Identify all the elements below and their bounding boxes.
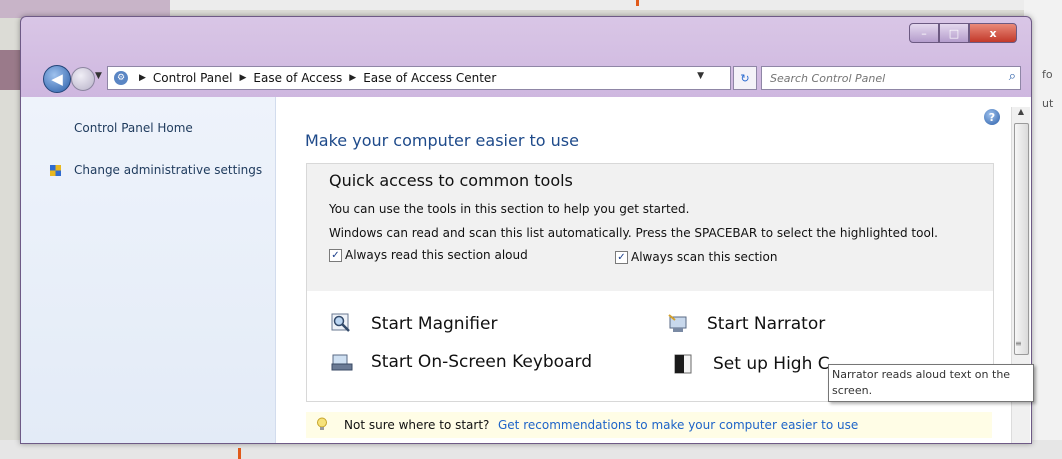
search-box[interactable]: ⌕ xyxy=(761,66,1021,90)
quick-access-section: Quick access to common tools You can use… xyxy=(306,163,994,293)
checkbox-checked-icon[interactable]: ✓ xyxy=(615,250,628,264)
section-heading: Quick access to common tools xyxy=(329,171,573,190)
search-input[interactable] xyxy=(768,71,992,86)
navigation-bar: ◀ ▼ ⚙ ▶ Control Panel ▶ Ease of Access ▶… xyxy=(43,63,1027,93)
breadcrumb-separator[interactable]: ▶ xyxy=(139,73,146,83)
refresh-button[interactable]: ↻ xyxy=(733,66,757,90)
breadcrumb-ease-of-access-center[interactable]: Ease of Access Center xyxy=(363,71,496,85)
section-description: You can use the tools in this section to… xyxy=(329,202,690,216)
control-panel-icon: ⚙ xyxy=(114,71,128,85)
breadcrumb-separator[interactable]: ▶ xyxy=(349,73,356,83)
high-contrast-icon xyxy=(674,354,692,374)
checkbox-label: Always read this section aloud xyxy=(345,248,528,262)
section-description: Windows can read and scan this list auto… xyxy=(329,226,938,240)
background-text: fo xyxy=(1042,68,1053,81)
breadcrumb-separator[interactable]: ▶ xyxy=(240,73,247,83)
checkbox-checked-icon[interactable]: ✓ xyxy=(329,248,342,262)
tool-label[interactable]: Start Magnifier xyxy=(371,314,497,334)
scroll-grip-icon: ≡ xyxy=(1015,339,1022,348)
address-bar[interactable]: ⚙ ▶ Control Panel ▶ Ease of Access ▶ Eas… xyxy=(107,66,731,90)
recommendation-bar: Not sure where to start? Get recommendat… xyxy=(306,412,992,438)
start-onscreen-keyboard-link[interactable]: Start On-Screen Keyboard xyxy=(331,351,592,373)
breadcrumb-control-panel[interactable]: Control Panel xyxy=(153,71,233,85)
hint-text: Not sure where to start? xyxy=(344,418,490,432)
scan-section-checkbox[interactable]: ✓ Always scan this section xyxy=(615,250,777,264)
background-mark xyxy=(238,448,241,459)
lightbulb-icon xyxy=(317,417,327,430)
forward-button[interactable] xyxy=(71,67,95,91)
recent-pages-dropdown[interactable]: ▼ xyxy=(95,71,102,81)
background-strip xyxy=(170,0,1030,10)
control-panel-home-link[interactable]: Control Panel Home xyxy=(74,121,193,135)
help-icon[interactable]: ? xyxy=(984,109,1000,125)
tool-label[interactable]: Start On-Screen Keyboard xyxy=(371,352,592,372)
tool-label[interactable]: Set up High C xyxy=(713,354,830,374)
scroll-up-arrow[interactable]: ▲ xyxy=(1012,107,1030,121)
chevron-down-icon[interactable]: ▼ xyxy=(697,71,704,81)
tool-label[interactable]: Start Narrator xyxy=(707,314,825,334)
start-magnifier-link[interactable]: Start Magnifier xyxy=(331,313,497,335)
minimize-button[interactable]: – xyxy=(909,23,939,43)
maximize-button[interactable]: □ xyxy=(939,23,969,43)
change-admin-settings-link[interactable]: Change administrative settings xyxy=(74,163,262,177)
background-text: ut xyxy=(1042,97,1054,110)
start-narrator-link[interactable]: Start Narrator xyxy=(667,313,825,335)
recommendations-link[interactable]: Get recommendations to make your compute… xyxy=(498,418,858,432)
scroll-thumb[interactable] xyxy=(1014,123,1029,355)
checkbox-label: Always scan this section xyxy=(631,250,778,264)
search-icon[interactable]: ⌕ xyxy=(1009,69,1016,84)
caption-buttons: – □ x xyxy=(909,23,1017,43)
keyboard-icon xyxy=(331,354,353,371)
shield-icon xyxy=(50,165,61,176)
close-button[interactable]: x xyxy=(969,23,1017,43)
background-mark xyxy=(636,0,639,6)
page-title: Make your computer easier to use xyxy=(305,131,579,150)
read-aloud-checkbox[interactable]: ✓ Always read this section aloud xyxy=(329,248,528,262)
breadcrumb-ease-of-access[interactable]: Ease of Access xyxy=(253,71,342,85)
narrator-icon xyxy=(668,314,687,332)
narrator-tooltip: Narrator reads aloud text on the screen. xyxy=(828,364,1034,402)
back-button[interactable]: ◀ xyxy=(43,65,71,93)
setup-high-contrast-link[interactable]: Set up High C xyxy=(673,353,830,375)
left-pane: Control Panel Home Change administrative… xyxy=(21,97,276,443)
magnifier-icon xyxy=(331,313,350,332)
